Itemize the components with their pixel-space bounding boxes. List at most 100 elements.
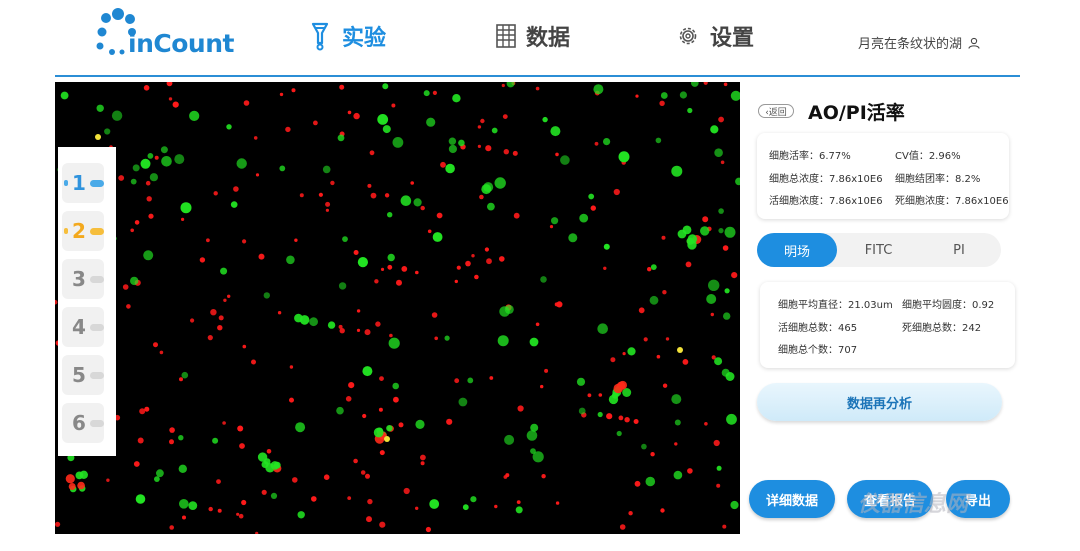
cell-dot [387,253,395,262]
cell-dot [551,217,559,225]
cell-dot [118,175,125,181]
cell-dot [160,146,168,154]
cell-dot [588,193,595,200]
detail-data-button[interactable]: 详细数据 [749,480,835,518]
channel-2[interactable]: 2 [62,211,104,251]
cell-dot [378,407,383,412]
cell-dot [299,193,304,198]
cell-dot [223,298,227,302]
channel-1[interactable]: 1 [62,163,104,203]
channel-bar [89,227,104,235]
cell-dot [679,91,688,99]
cell-dot [65,474,75,484]
cell-dot [313,120,318,126]
cell-dot [470,496,477,503]
nav-experiment[interactable]: 实验 [308,20,386,52]
cell-dot [398,422,404,428]
nav-data[interactable]: 数据 [496,20,570,52]
stat-viability: 细胞活率：6.77% [769,151,851,162]
cell-dot [133,461,140,467]
cell-dot [515,506,523,514]
cell-dot [370,192,377,199]
cell-dot [499,256,505,262]
cell-dot [375,321,381,327]
cell-dot [503,475,508,479]
channel-5[interactable]: 5 [62,355,104,395]
cell-dot [413,198,422,207]
cell-dot [289,397,294,403]
tab-fitc[interactable]: FITC [838,233,919,267]
back-button[interactable]: ‹返回 [758,104,794,118]
cell-dot [291,88,296,93]
nav-settings[interactable]: 设置 [676,20,754,52]
user-name: 月亮在条纹状的湖 [857,37,962,52]
cell-dot [342,236,348,243]
cell-dot [379,376,384,381]
cell-dot [189,110,200,121]
fluorescence-image[interactable] [55,82,740,534]
cell-dot [146,196,152,202]
gear-icon [679,27,697,45]
cell-dot [560,155,570,165]
cell-dot [512,150,518,156]
cell-dot [345,396,352,402]
cell-dot [491,127,498,134]
cell-dot [454,378,460,384]
cell-dot [233,186,239,192]
cell-dot [154,476,160,482]
cell-dot [401,266,408,272]
cell-dot [423,90,430,97]
cell-dot [239,443,245,449]
cell-dot [714,357,723,366]
channel-6[interactable]: 6 [62,403,104,443]
cell-dot [135,494,146,504]
cell-dot [299,315,310,325]
cell-dot [216,479,221,484]
cell-dot [154,155,159,160]
stats-card: 细胞活率：6.77% CV值：2.96% 细胞总浓度：7.86x10E6 细胞结… [757,133,1009,219]
cell-dot [593,84,604,95]
cell-dot [379,521,386,528]
cell-dot [77,481,85,490]
cell-dot [206,238,210,243]
cell-dot [130,228,134,233]
cell-dot [327,321,336,329]
cell-dot [726,413,737,425]
cell-dot [503,149,509,155]
cell-dot [143,85,150,91]
tab-pi[interactable]: PI [919,233,999,267]
cell-dot [322,165,331,174]
cell-dot [68,483,76,490]
user-menu[interactable]: 月亮在条纹状的湖 [858,33,980,52]
cell-dot [270,461,280,470]
channel-strip: 1 2 3 4 5 6 [58,147,116,456]
cell-dot [458,139,465,147]
cell-dot [444,335,450,341]
cell-dot [325,201,331,207]
cell-dot [530,448,536,454]
cell-dot [389,333,393,338]
tab-brightfield[interactable]: 明场 [757,233,837,267]
cell-dot [710,125,719,134]
cell-dot [263,458,271,465]
channel-3[interactable]: 3 [62,259,104,299]
cell-dot [336,406,344,415]
cell-dot [143,250,154,261]
cell-dot [347,110,352,115]
cell-dot [542,116,548,123]
cell-dot [420,461,425,466]
cell-dot [660,92,668,99]
reanalyze-button[interactable]: 数据再分析 [757,383,1002,421]
cell-dot [325,208,329,212]
cell-dot [178,464,187,473]
cell-dot [471,254,475,258]
cell-dot [237,425,244,432]
cell-dot [60,91,69,100]
cell-dot [388,337,400,349]
channel-4[interactable]: 4 [62,307,104,347]
cell-dot [716,465,722,471]
channel-marker [64,180,68,186]
cell-dot [190,318,195,323]
cell-dot [718,116,724,123]
cell-dot [540,276,547,283]
